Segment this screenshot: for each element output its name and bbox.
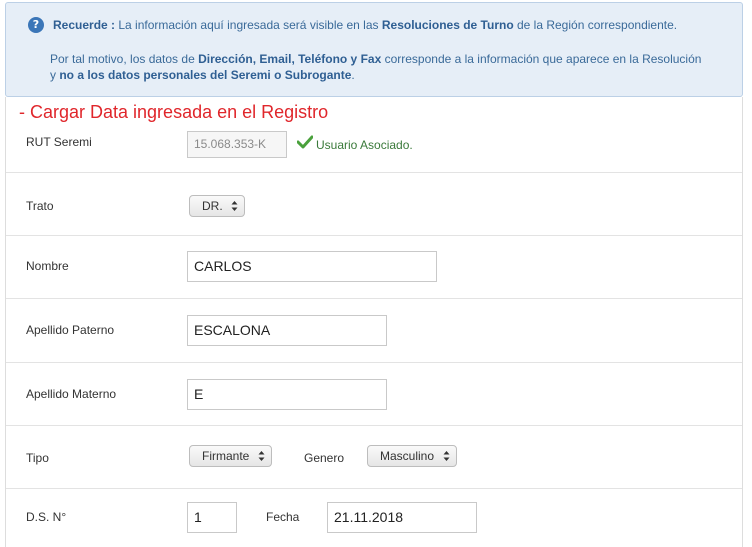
notice-lead: Recuerde : [53, 18, 116, 32]
rut-label: RUT Seremi [26, 135, 92, 149]
nombre-label: Nombre [26, 259, 69, 273]
rut-row: RUT Seremi 15.068.353-K Usuario Asociado… [6, 97, 742, 173]
tipo-row: Tipo Firmante Genero Masculino [6, 426, 742, 489]
genero-select[interactable]: Masculino [367, 445, 457, 467]
tipo-label: Tipo [26, 451, 49, 465]
apellido-materno-field[interactable]: E [187, 379, 387, 410]
notice-text: corresponde a la información que aparece… [381, 52, 702, 66]
notice-bold: no a los datos personales del Seremi o S… [59, 68, 352, 82]
apellido-materno-row: Apellido Materno E [6, 363, 742, 426]
association-status: Usuario Asociado. [316, 138, 413, 152]
checkmark-icon [297, 135, 313, 149]
notice-line-2: Por tal motivo, los datos de Dirección, … [50, 52, 701, 66]
tipo-select[interactable]: Firmante [189, 445, 272, 467]
notice-text: . [351, 68, 355, 82]
apellido-paterno-field[interactable]: ESCALONA [187, 315, 387, 346]
nombre-row: Nombre CARLOS [6, 236, 742, 299]
fecha-field[interactable]: 21.11.2018 [327, 502, 477, 533]
notice-box: ? Recuerde : La información aquí ingresa… [5, 2, 743, 97]
registration-form: - Cargar Data ingresada en el Registro R… [5, 97, 743, 547]
nombre-field[interactable]: CARLOS [187, 251, 437, 282]
notice-bold: Resoluciones de Turno [381, 18, 514, 32]
notice-line-3: y no a los datos personales del Seremi o… [50, 68, 355, 82]
trato-row: Trato DR. [6, 173, 742, 236]
ds-label: D.S. N° [26, 510, 67, 524]
select-arrows-icon [258, 451, 265, 461]
trato-label: Trato [26, 199, 54, 213]
apellido-paterno-row: Apellido Paterno ESCALONA [6, 299, 742, 363]
notice-bold: Dirección, Email, Teléfono y Fax [198, 52, 382, 66]
trato-select-value: DR. [202, 199, 223, 213]
notice-line-1: Recuerde : La información aquí ingresada… [53, 18, 677, 32]
fecha-label: Fecha [266, 510, 300, 524]
tipo-select-value: Firmante [202, 449, 250, 463]
apellido-materno-label: Apellido Materno [26, 387, 117, 401]
ds-number-field[interactable]: 1 [187, 502, 237, 533]
notice-text: La información aquí ingresada será visib… [115, 18, 382, 32]
notice-text: Por tal motivo, los datos de [50, 52, 199, 66]
question-circle-icon: ? [28, 17, 44, 33]
ds-row: D.S. N° 1 Fecha 21.11.2018 [6, 489, 742, 547]
genero-label: Genero [304, 451, 345, 465]
select-arrows-icon [231, 201, 238, 211]
trato-select[interactable]: DR. [189, 195, 245, 217]
select-arrows-icon [443, 451, 450, 461]
notice-text: de la Región correspondiente. [513, 18, 678, 32]
rut-field[interactable]: 15.068.353-K [187, 131, 287, 158]
genero-select-value: Masculino [380, 449, 435, 463]
apellido-paterno-label: Apellido Paterno [26, 323, 115, 337]
notice-text: y [50, 68, 60, 82]
